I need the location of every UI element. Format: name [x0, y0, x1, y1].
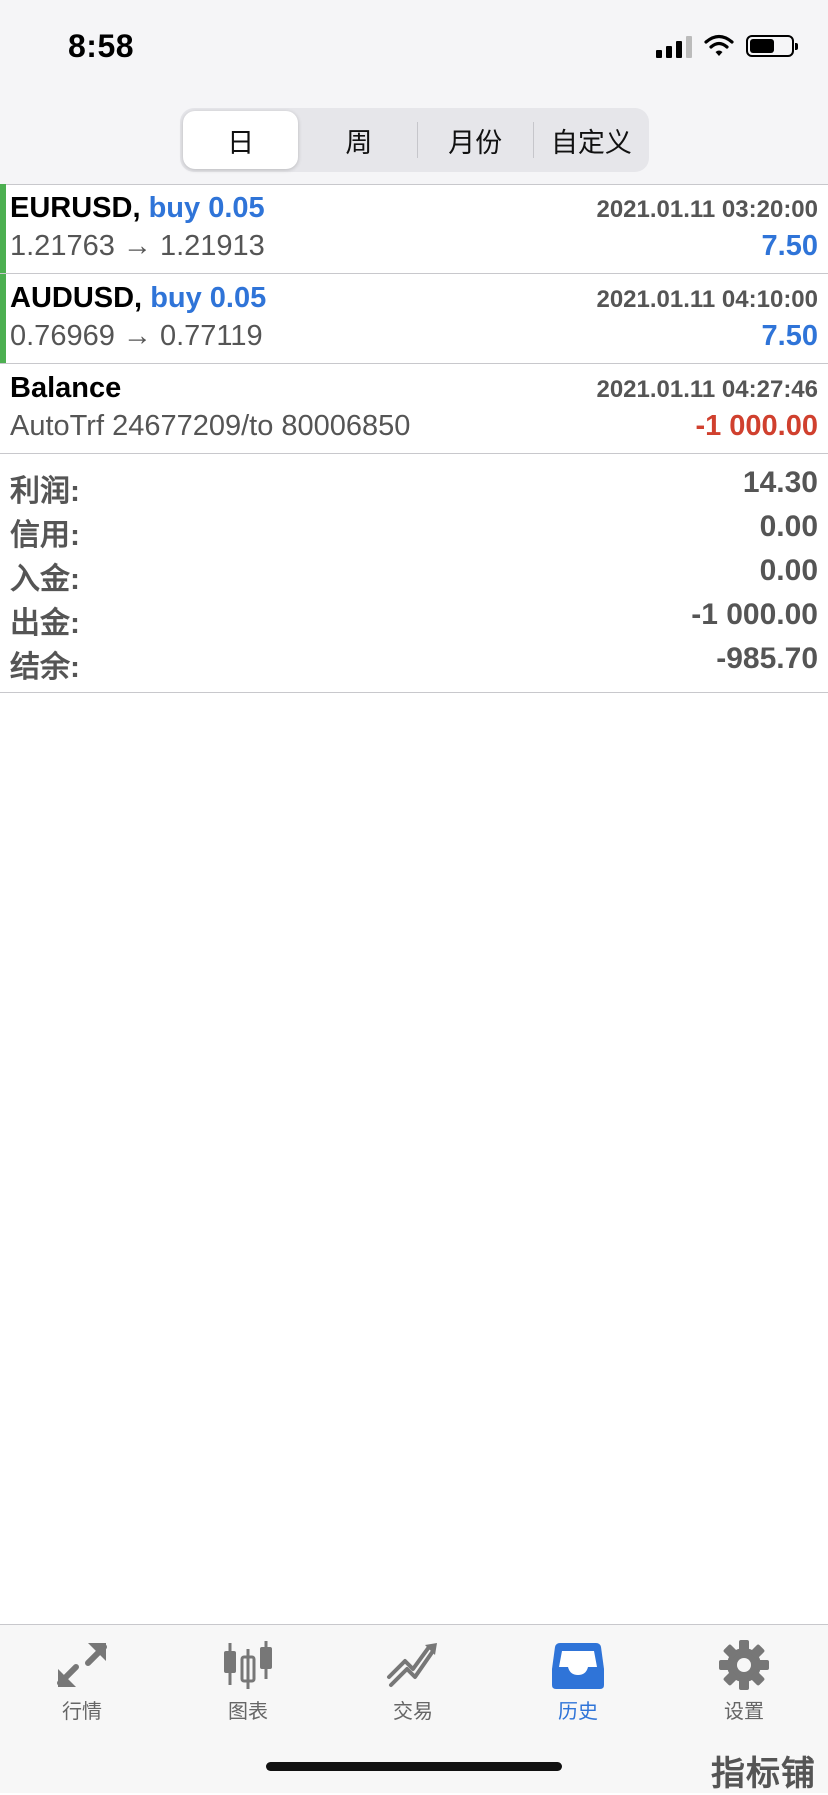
cellular-signal-icon: [656, 34, 692, 58]
deal-profit: 7.50: [761, 320, 818, 352]
summary-credit: 信用: 0.00: [0, 506, 828, 552]
tab-charts[interactable]: 图表: [198, 1639, 298, 1724]
segment-month[interactable]: 月份: [418, 108, 533, 172]
summary-label: 信用:: [10, 519, 80, 552]
summary-profit: 利润: 14.30: [0, 462, 828, 508]
home-indicator[interactable]: [266, 1762, 562, 1771]
battery-icon: [746, 35, 798, 57]
segment-custom-label: 自定义: [550, 127, 632, 158]
deal-action: buy 0.05: [148, 192, 265, 224]
summary-value: 0.00: [759, 554, 818, 587]
quotes-arrows-icon: [57, 1643, 107, 1687]
summary-deposit: 入金: 0.00: [0, 550, 828, 596]
deal-title: EURUSD, buy 0.05: [10, 192, 265, 225]
summary-value: 0.00: [759, 510, 818, 543]
tab-charts-label: 图表: [228, 1701, 268, 1723]
period-segmented-control: 日 周 月份 自定义: [180, 108, 649, 172]
balance-title: Balance: [10, 372, 122, 404]
tab-history-label: 历史: [558, 1701, 598, 1723]
summary-withdrawal: 出金: -1 000.00: [0, 594, 828, 640]
summary-value: -985.70: [716, 642, 818, 675]
balance-time: 2021.01.11 04:27:46: [596, 376, 818, 403]
tab-trade-label: 交易: [393, 1701, 433, 1723]
deal-prices: 1.21763 → 1.21913: [10, 230, 265, 262]
history-row-audusd[interactable]: AUDUSD, buy 0.05 2021.01.11 04:10:00 0.7…: [0, 274, 828, 364]
tab-quotes[interactable]: 行情: [32, 1639, 132, 1724]
deal-symbol: EURUSD,: [10, 192, 141, 224]
summary-label: 出金:: [10, 607, 80, 640]
segment-week-label: 周: [345, 127, 373, 158]
deal-profit: 7.50: [761, 230, 818, 262]
deal-action: buy 0.05: [150, 282, 267, 314]
history-row-balance[interactable]: Balance 2021.01.11 04:27:46 AutoTrf 2467…: [0, 364, 828, 454]
deal-time: 2021.01.11 03:20:00: [596, 196, 818, 223]
status-icons: [656, 34, 798, 58]
status-time: 8:58: [68, 28, 135, 64]
deal-time: 2021.01.11 04:10:00: [596, 286, 818, 313]
tab-settings[interactable]: 设置: [694, 1639, 794, 1724]
tab-quotes-label: 行情: [62, 1701, 102, 1723]
summary-balance: 结余: -985.70: [0, 638, 828, 684]
top-area: 8:58 日 周 月份 自定义: [0, 0, 828, 185]
tab-history[interactable]: 历史: [528, 1639, 628, 1724]
summary-label: 入金:: [10, 563, 80, 596]
history-row-eurusd[interactable]: EURUSD, buy 0.05 2021.01.11 03:20:00 1.2…: [0, 184, 828, 274]
summary-label: 结余:: [10, 651, 80, 684]
segment-custom[interactable]: 自定义: [534, 108, 649, 172]
trade-trend-icon: [387, 1643, 437, 1687]
tab-trade[interactable]: 交易: [363, 1639, 463, 1724]
settings-gear-icon: [719, 1640, 769, 1690]
segment-day[interactable]: 日: [183, 111, 299, 169]
summary-label: 利润:: [10, 475, 80, 508]
segment-month-label: 月份: [448, 127, 503, 158]
history-inbox-icon: [552, 1643, 604, 1689]
candlestick-chart-icon: [224, 1641, 272, 1689]
summary-value: -1 000.00: [691, 598, 818, 631]
balance-comment: AutoTrf 24677209/to 80006850: [10, 410, 411, 442]
deal-symbol: AUDUSD,: [10, 282, 143, 314]
tab-settings-label: 设置: [724, 1701, 764, 1723]
segment-week[interactable]: 周: [301, 108, 416, 172]
wifi-icon: [704, 34, 734, 56]
balance-amount: -1 000.00: [695, 410, 818, 442]
history-list: EURUSD, buy 0.05 2021.01.11 03:20:00 1.2…: [0, 184, 828, 693]
deal-prices: 0.76969 → 0.77119: [10, 320, 263, 352]
watermark: 指标铺: [711, 1755, 816, 1793]
summary-block: 利润: 14.30 信用: 0.00 入金: 0.00 出金: -1 000.0…: [0, 454, 828, 693]
segment-day-label: 日: [227, 127, 255, 158]
summary-value: 14.30: [742, 466, 818, 499]
deal-title: AUDUSD, buy 0.05: [10, 282, 266, 315]
